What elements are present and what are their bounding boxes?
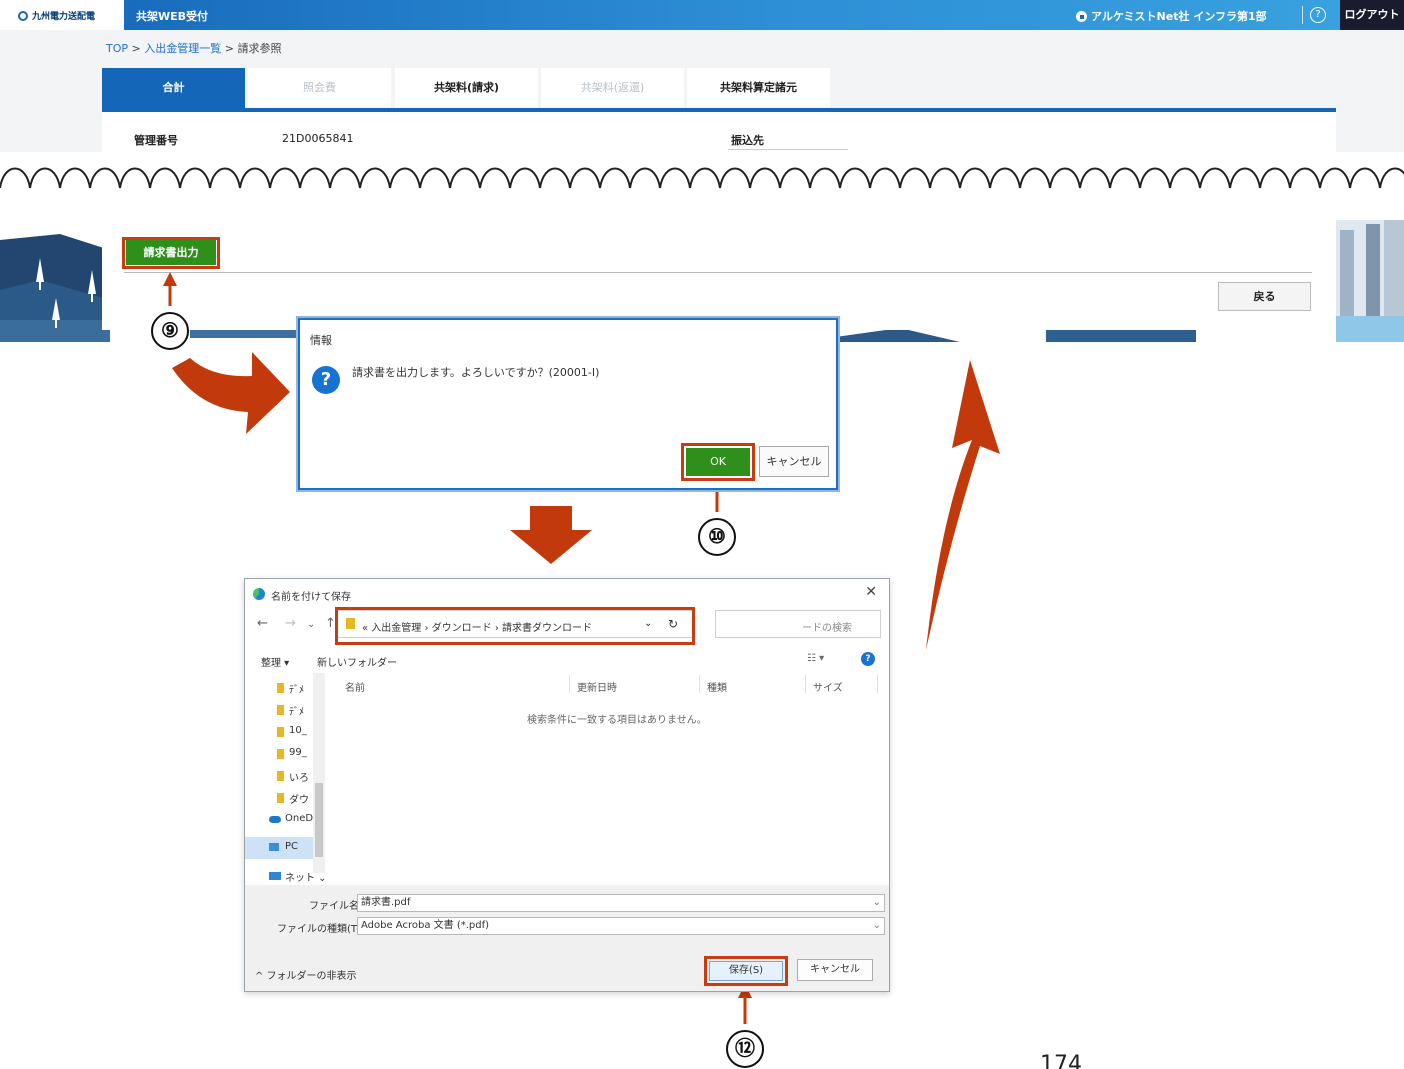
- column-divider: [569, 675, 570, 693]
- filetype-value: Adobe Acroba 文書 (*.pdf): [361, 920, 490, 931]
- back-arrow-icon[interactable]: ←: [257, 616, 268, 631]
- filetype-select[interactable]: Adobe Acroba 文書 (*.pdf) ⌄: [357, 917, 885, 935]
- highlight-address-bar: [335, 607, 695, 645]
- info-dialog-title: 情報: [310, 334, 332, 347]
- step-9-marker: ⑨: [151, 312, 189, 350]
- info-dialog-message: 請求書を出力します。よろしいですか？(20001-I): [352, 366, 600, 379]
- network-icon: [269, 872, 281, 880]
- edge-browser-icon: [253, 588, 265, 600]
- tree-item[interactable]: ﾃﾞﾒ: [289, 703, 304, 718]
- folder-icon: [277, 683, 284, 693]
- tree-selection: [245, 837, 313, 859]
- view-options-icon[interactable]: ☷ ▾: [807, 653, 824, 664]
- highlight-ok-button: [681, 443, 755, 481]
- folder-icon: [277, 749, 284, 759]
- help-icon[interactable]: ?: [861, 652, 875, 666]
- filename-value: 請求書.pdf: [361, 897, 411, 908]
- column-divider: [877, 675, 878, 693]
- close-icon[interactable]: ✕: [865, 584, 877, 600]
- chevron-down-icon[interactable]: ⌄: [873, 895, 881, 911]
- chevron-down-icon[interactable]: ⌄: [873, 918, 881, 934]
- tree-item-pc[interactable]: PC: [285, 841, 298, 852]
- filetype-label: ファイルの種類(T):: [277, 924, 365, 935]
- folder-icon: [277, 771, 284, 781]
- save-as-dialog: 名前を付けて保存 ✕ ← → ⌄ ↑ « 入出金管理 › ダウンロード › 請求…: [244, 578, 890, 992]
- tree-item[interactable]: いろ: [289, 769, 309, 784]
- folder-icon: [277, 727, 284, 737]
- organize-button[interactable]: 整理 ▾: [261, 654, 289, 669]
- forward-arrow-icon[interactable]: →: [285, 616, 296, 631]
- info-dialog: 情報 ? 請求書を出力します。よろしいですか？(20001-I) OK キャンセ…: [298, 318, 838, 490]
- filename-input[interactable]: 請求書.pdf ⌄: [357, 894, 885, 912]
- page-number: 174: [1040, 1052, 1082, 1069]
- history-dropdown-icon[interactable]: ⌄: [307, 619, 315, 630]
- column-header-modified[interactable]: 更新日時: [577, 679, 617, 694]
- hide-folders-toggle[interactable]: ^ フォルダーの非表示: [255, 967, 357, 982]
- step-10-marker: ⑩: [698, 518, 736, 556]
- tree-scrollbar-thumb[interactable]: [315, 783, 323, 857]
- save-cancel-button[interactable]: キャンセル: [797, 959, 873, 981]
- column-header-name[interactable]: 名前: [345, 679, 365, 694]
- tree-item[interactable]: 99_: [289, 747, 307, 758]
- tree-item-onedrive[interactable]: OneD: [285, 813, 313, 824]
- navigation-tree: ﾃﾞﾒ ﾃﾞﾒ 10_ 99_ いろ ダウ OneD PC ネット ⌄: [245, 673, 327, 887]
- column-header-size[interactable]: サイズ: [813, 679, 843, 694]
- save-dialog-title: 名前を付けて保存: [271, 592, 351, 603]
- highlight-save-button: [704, 956, 788, 986]
- tree-item[interactable]: ダウ: [289, 791, 309, 806]
- new-folder-button[interactable]: 新しいフォルダー: [317, 654, 397, 669]
- column-divider: [805, 675, 806, 693]
- pc-icon: [269, 843, 279, 851]
- step-12-marker: ⑫: [726, 1030, 764, 1068]
- column-header-type[interactable]: 種類: [707, 679, 727, 694]
- folder-icon: [277, 705, 284, 715]
- onedrive-icon: [269, 816, 281, 823]
- tree-item[interactable]: ﾃﾞﾒ: [289, 681, 304, 696]
- tree-item[interactable]: 10_: [289, 725, 307, 736]
- search-box[interactable]: ードの検索: [715, 610, 881, 638]
- question-icon: ?: [312, 366, 340, 394]
- column-divider: [699, 675, 700, 693]
- info-cancel-button[interactable]: キャンセル: [759, 446, 829, 477]
- folder-icon: [277, 793, 284, 803]
- search-placeholder: ードの検索: [802, 623, 852, 634]
- empty-list-message: 検索条件に一致する項目はありません。: [527, 715, 707, 726]
